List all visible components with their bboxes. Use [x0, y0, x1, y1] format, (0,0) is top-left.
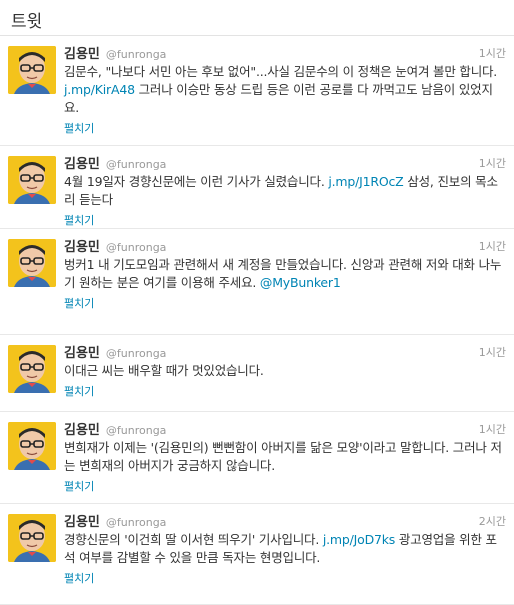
author-name[interactable]: 김용민 [64, 346, 100, 361]
author-handle[interactable]: @funronga [106, 424, 167, 437]
page-title: 트윗 [11, 12, 43, 32]
tweet-item[interactable]: 김용민 @funronga 1시간변희재가 이제는 '(김용민의) 뻔뻔함이 아버지… [0, 412, 514, 504]
expand-link[interactable]: 펼치기 [64, 478, 94, 494]
expand-link[interactable]: 펼치기 [64, 570, 94, 586]
author-handle[interactable]: @funronga [106, 158, 167, 171]
author-handle[interactable]: @funronga [106, 516, 167, 529]
author-name[interactable]: 김용민 [64, 515, 100, 530]
tweet-text-segment: 경향신문의 '이건희 딸 이서현 띄우기' 기사입니다. [64, 532, 323, 547]
tweet-text: 이대근 씨는 배우할 때가 멋있었습니다. [64, 362, 506, 380]
avatar[interactable] [8, 514, 56, 562]
avatar[interactable] [8, 239, 56, 287]
avatar[interactable] [8, 46, 56, 94]
author-name[interactable]: 김용민 [64, 47, 100, 62]
expand-link[interactable]: 펼치기 [64, 295, 94, 311]
tweet-timestamp[interactable]: 1시간 [479, 155, 506, 171]
mention-link[interactable]: @MyBunker1 [260, 275, 341, 290]
expand-link[interactable]: 펼치기 [64, 383, 94, 399]
tweet-timestamp[interactable]: 1시간 [479, 421, 506, 437]
expand-link[interactable]: 펼치기 [64, 120, 94, 136]
author-name[interactable]: 김용민 [64, 157, 100, 172]
tweet-timestamp[interactable]: 1시간 [479, 344, 506, 360]
tweet-text-segment: 이대근 씨는 배우할 때가 멋있었습니다. [64, 363, 264, 378]
tweet-text-segment: 4월 19일자 경향신문에는 이런 기사가 실렸습니다. [64, 174, 329, 189]
tweet-item[interactable]: 김용민 @funronga 1시간김문수, "나보다 서민 아는 후보 없어"...… [0, 36, 514, 146]
author-handle[interactable]: @funronga [106, 347, 167, 360]
avatar[interactable] [8, 345, 56, 393]
author-name[interactable]: 김용민 [64, 240, 100, 255]
tweet-item[interactable]: 김용민 @funronga 1시간벙커1 내 기도모임과 관련해서 새 계정을 만들… [0, 229, 514, 335]
tweet-text: 변희재가 이제는 '(김용민의) 뻔뻔함이 아버지를 닮은 모양'이라고 말합니… [64, 439, 506, 475]
tweet-timeline: 김용민 @funronga 1시간 김문수, "나보다 서민 아는 후보 없어"...… [0, 36, 514, 605]
author-handle[interactable]: @funronga [106, 241, 167, 254]
tweet-text: 4월 19일자 경향신문에는 이런 기사가 실렸습니다. j.mp/J1ROcZ… [64, 173, 506, 209]
author-name[interactable]: 김용민 [64, 423, 100, 438]
avatar[interactable] [8, 156, 56, 204]
section-header: 트윗 [0, 0, 514, 36]
tweet-text-segment: 변희재가 이제는 '(김용민의) 뻔뻔함이 아버지를 닮은 모양'이라고 말합니… [64, 440, 502, 473]
tweet-text: 김문수, "나보다 서민 아는 후보 없어"...사실 김문수의 이 정책은 눈… [64, 63, 506, 117]
expand-link[interactable]: 펼치기 [64, 212, 94, 228]
url-link[interactable]: j.mp/KirA48 [64, 82, 135, 97]
tweet-item[interactable]: 김용민 @funronga 1시간 4월 19일자 경향신문에는 이런 기사가 실렸습… [0, 146, 514, 229]
author-handle[interactable]: @funronga [106, 48, 167, 61]
tweet-item[interactable]: 김용민 @funronga 2시간경향신문의 '이건희 딸 이서현 띄우기' 기사입… [0, 504, 514, 605]
tweet-text: 벙커1 내 기도모임과 관련해서 새 계정을 만들었습니다. 신앙과 관련해 저… [64, 256, 506, 292]
url-link[interactable]: j.mp/J1ROcZ [328, 174, 403, 189]
tweet-timestamp[interactable]: 2시간 [479, 513, 506, 529]
tweet-text-segment: 김문수, "나보다 서민 아는 후보 없어"...사실 김문수의 이 정책은 눈… [64, 64, 498, 79]
tweet-timestamp[interactable]: 1시간 [479, 238, 506, 254]
url-link[interactable]: j.mp/JoD7ks [323, 532, 395, 547]
avatar[interactable] [8, 422, 56, 470]
tweet-item[interactable]: 김용민 @funronga 1시간이대근 씨는 배우할 때가 멋있었습니다. 펼치기 [0, 335, 514, 412]
tweet-text: 경향신문의 '이건희 딸 이서현 띄우기' 기사입니다. j.mp/JoD7ks… [64, 531, 506, 567]
tweet-timestamp[interactable]: 1시간 [479, 45, 506, 61]
